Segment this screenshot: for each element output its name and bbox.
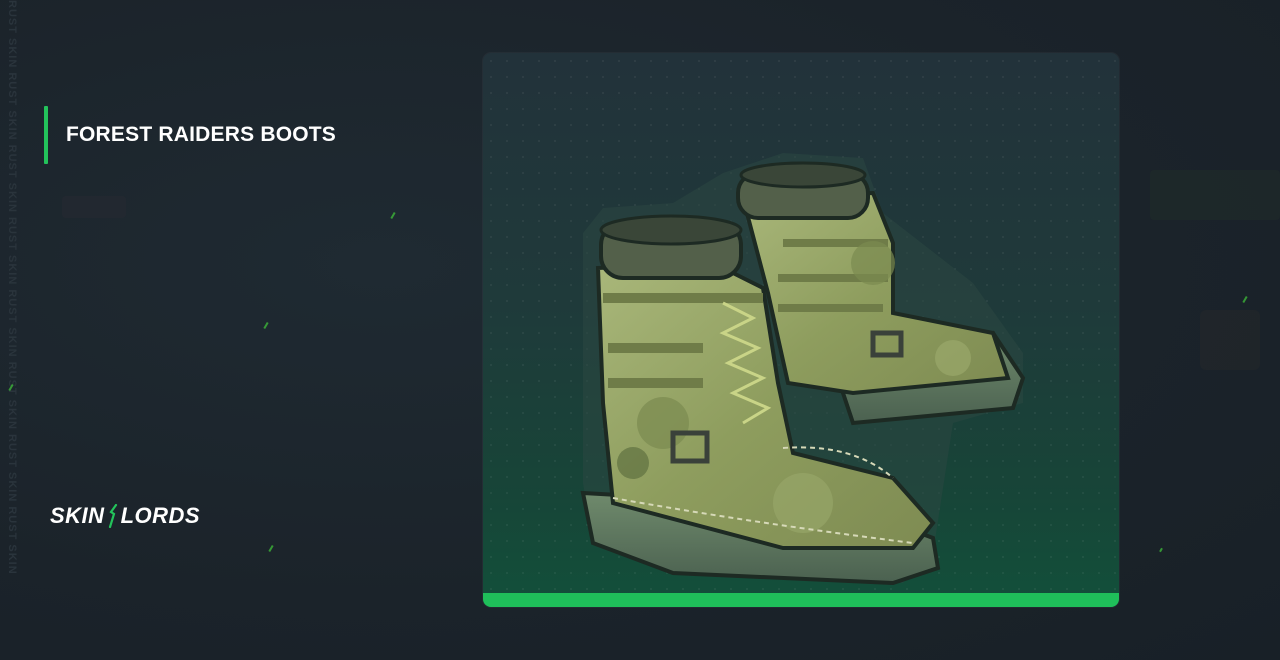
background-blur-shape [1200, 310, 1260, 370]
item-title-block: FOREST RAIDERS BOOTS [44, 106, 336, 164]
skinlords-logo: SKIN LORDS [50, 502, 200, 530]
faded-badge [62, 196, 126, 218]
item-title: FOREST RAIDERS BOOTS [66, 123, 337, 146]
title-accent-bar [44, 106, 48, 164]
card-bottom-bar [483, 593, 1119, 607]
camo-boots-icon [580, 153, 1026, 586]
background-blur-shape [1150, 170, 1280, 220]
logo-mark-icon [108, 504, 117, 528]
logo-text-right: LORDS [120, 503, 201, 528]
item-preview-card [483, 53, 1119, 607]
logo-text-left: SKIN [50, 503, 105, 528]
side-watermark: RUST SKIN RUST SKIN RUST SKIN RUST SKIN … [6, 0, 18, 575]
